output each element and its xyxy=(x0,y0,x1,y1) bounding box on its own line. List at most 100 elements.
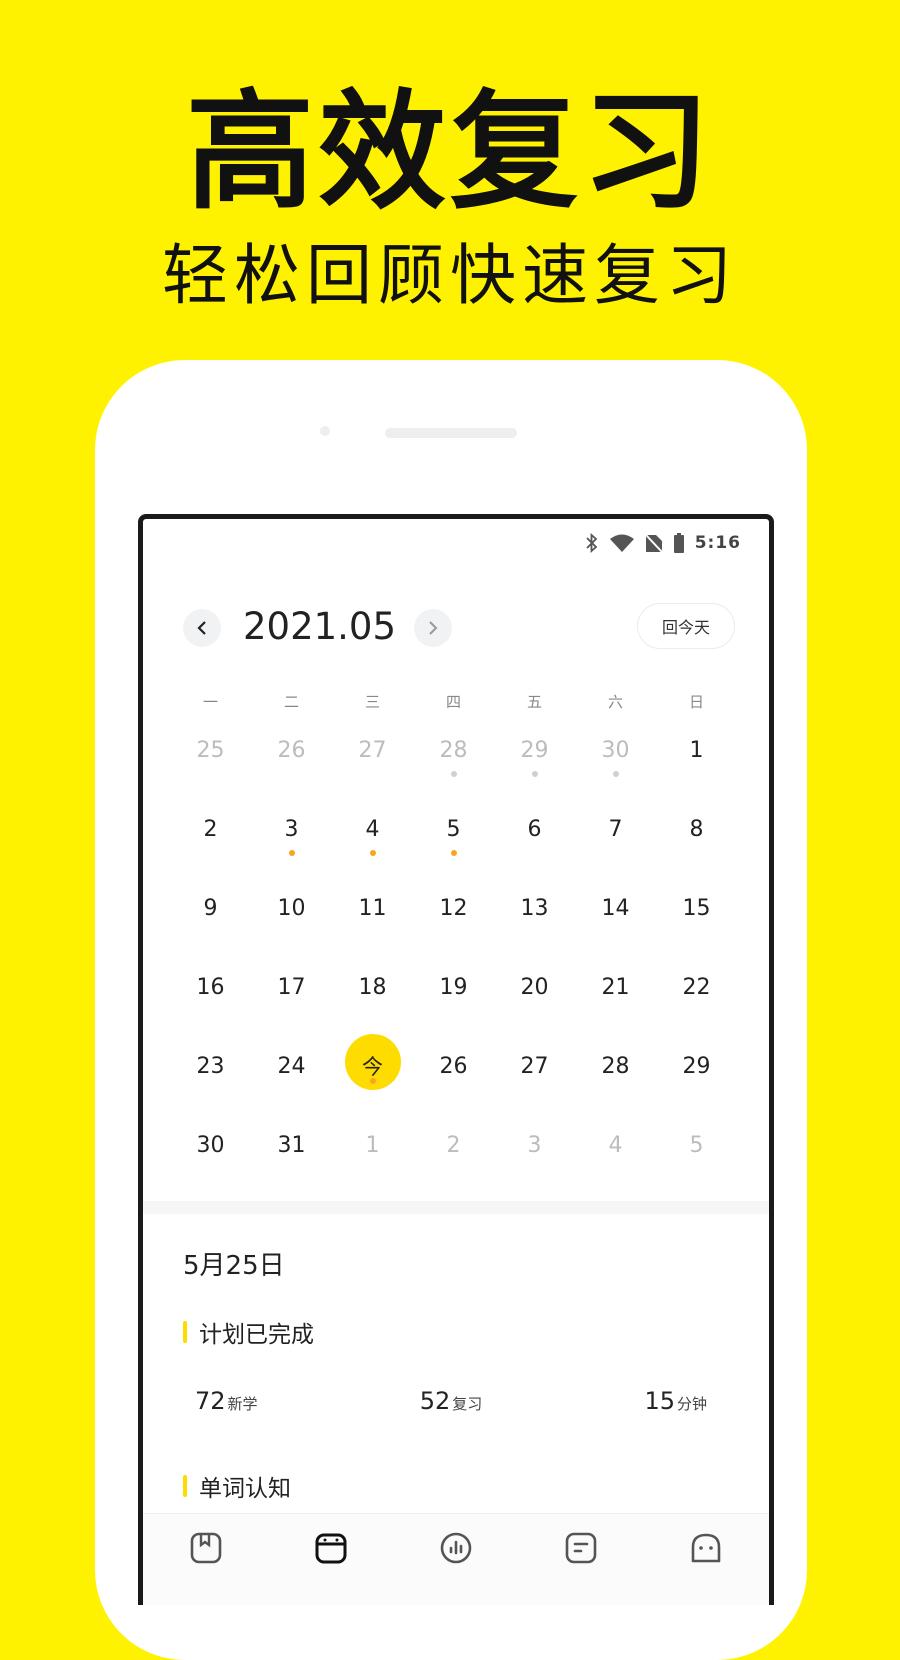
stat-unit: 复习 xyxy=(452,1395,483,1413)
calendar-day[interactable]: 5 xyxy=(413,803,494,882)
calendar-day[interactable]: 6 xyxy=(494,803,575,882)
calendar-day[interactable]: 30 xyxy=(575,724,656,803)
calendar-day[interactable]: 12 xyxy=(413,882,494,961)
phone-speaker xyxy=(385,428,517,438)
weekday-header: 一 二 三 四 五 六 日 xyxy=(170,691,738,712)
calendar-day[interactable]: 18 xyxy=(332,961,413,1040)
day-number: 18 xyxy=(358,975,387,1000)
bluetooth-icon xyxy=(586,533,598,553)
calendar-day[interactable]: 29 xyxy=(656,1040,737,1119)
calendar-day[interactable]: 22 xyxy=(656,961,737,1040)
activity-dot xyxy=(612,771,619,777)
day-number: 15 xyxy=(682,896,711,921)
calendar-day[interactable]: 27 xyxy=(332,724,413,803)
day-number: 9 xyxy=(203,896,218,921)
calendar-day[interactable]: 1 xyxy=(332,1119,413,1198)
day-number: 3 xyxy=(284,817,299,842)
calendar-day[interactable]: 1 xyxy=(656,724,737,803)
selected-date: 5月25日 xyxy=(183,1251,285,1281)
day-number: 7 xyxy=(608,817,623,842)
activity-dot xyxy=(369,1078,376,1084)
bottom-tab-bar xyxy=(143,1513,769,1605)
calendar-day[interactable]: 23 xyxy=(170,1040,251,1119)
calendar-day[interactable]: 28 xyxy=(413,724,494,803)
calendar-day[interactable]: 2 xyxy=(170,803,251,882)
day-number: 14 xyxy=(601,896,630,921)
tab-book[interactable] xyxy=(186,1528,226,1568)
day-number: 12 xyxy=(439,896,468,921)
stat-minutes: 15 分钟 xyxy=(644,1387,707,1415)
weekday-label: 日 xyxy=(688,693,704,711)
activity-dot xyxy=(288,850,295,856)
calendar-day[interactable]: 26 xyxy=(251,724,332,803)
calendar-day[interactable]: 9 xyxy=(170,882,251,961)
calendar-day[interactable]: 17 xyxy=(251,961,332,1040)
stat-value: 15 xyxy=(644,1387,675,1415)
calendar-day[interactable]: 5 xyxy=(656,1119,737,1198)
calendar-day[interactable]: 16 xyxy=(170,961,251,1040)
calendar-day[interactable]: 26 xyxy=(413,1040,494,1119)
stat-new: 72 新学 xyxy=(195,1387,258,1415)
calendar-day[interactable]: 2 xyxy=(413,1119,494,1198)
tab-profile[interactable] xyxy=(686,1528,726,1568)
status-time: 5:16 xyxy=(694,533,741,553)
chart-icon xyxy=(440,1532,472,1564)
calendar-day[interactable]: 28 xyxy=(575,1040,656,1119)
calendar-day[interactable]: 19 xyxy=(413,961,494,1040)
day-number: 30 xyxy=(196,1133,225,1158)
tab-calendar[interactable] xyxy=(311,1528,351,1568)
calendar-day[interactable]: 7 xyxy=(575,803,656,882)
battery-icon xyxy=(673,533,684,553)
day-number: 27 xyxy=(520,1054,549,1079)
day-number: 16 xyxy=(196,975,225,1000)
calendar-day[interactable]: 13 xyxy=(494,882,575,961)
calendar-day[interactable]: 4 xyxy=(575,1119,656,1198)
calendar-day[interactable]: 31 xyxy=(251,1119,332,1198)
prev-month-button[interactable] xyxy=(183,609,221,647)
day-number: 4 xyxy=(608,1133,623,1158)
day-number: 21 xyxy=(601,975,630,1000)
weekday-label: 三 xyxy=(364,693,380,711)
calendar-day[interactable]: 4 xyxy=(332,803,413,882)
calendar-day[interactable]: 27 xyxy=(494,1040,575,1119)
stat-unit: 分钟 xyxy=(676,1395,707,1413)
calendar-day-today[interactable]: 今 xyxy=(332,1034,413,1119)
calendar-day[interactable]: 15 xyxy=(656,882,737,961)
wifi-icon xyxy=(609,534,634,552)
stat-value: 52 xyxy=(419,1387,451,1415)
calendar-day[interactable]: 20 xyxy=(494,961,575,1040)
calendar-day[interactable]: 10 xyxy=(251,882,332,961)
calendar-day[interactable]: 3 xyxy=(251,803,332,882)
accent-bar xyxy=(183,1321,187,1343)
calendar-day[interactable]: 29 xyxy=(494,724,575,803)
weekday-label: 一 xyxy=(202,693,218,711)
section-divider xyxy=(143,1201,769,1214)
calendar-day[interactable]: 30 xyxy=(170,1119,251,1198)
day-number: 5 xyxy=(689,1133,704,1158)
calendar-day[interactable]: 14 xyxy=(575,882,656,961)
stat-unit: 新学 xyxy=(227,1395,258,1413)
calendar-day[interactable]: 24 xyxy=(251,1040,332,1119)
calendar-day[interactable]: 21 xyxy=(575,961,656,1040)
day-number: 10 xyxy=(277,896,306,921)
day-number: 29 xyxy=(520,738,549,763)
calendar-day[interactable]: 11 xyxy=(332,882,413,961)
tab-notes[interactable] xyxy=(561,1528,601,1568)
calendar-day[interactable]: 3 xyxy=(494,1119,575,1198)
calendar-day[interactable]: 8 xyxy=(656,803,737,882)
tab-stats[interactable] xyxy=(436,1528,476,1568)
next-month-button[interactable] xyxy=(414,609,452,647)
calendar-day[interactable]: 25 xyxy=(170,724,251,803)
phone-camera xyxy=(320,426,330,436)
word-title-text: 单词认知 xyxy=(199,1476,291,1502)
book-icon xyxy=(190,1532,221,1564)
activity-dot xyxy=(369,850,376,856)
chevron-right-icon xyxy=(429,621,438,635)
back-to-today-button[interactable]: 回今天 xyxy=(637,603,735,649)
activity-dot xyxy=(450,850,457,856)
day-number: 5 xyxy=(446,817,461,842)
calendar-icon xyxy=(315,1533,347,1564)
weekday-label: 四 xyxy=(445,693,461,711)
word-section-title: 单词认知 xyxy=(183,1469,291,1503)
weekday-label: 六 xyxy=(607,693,623,711)
